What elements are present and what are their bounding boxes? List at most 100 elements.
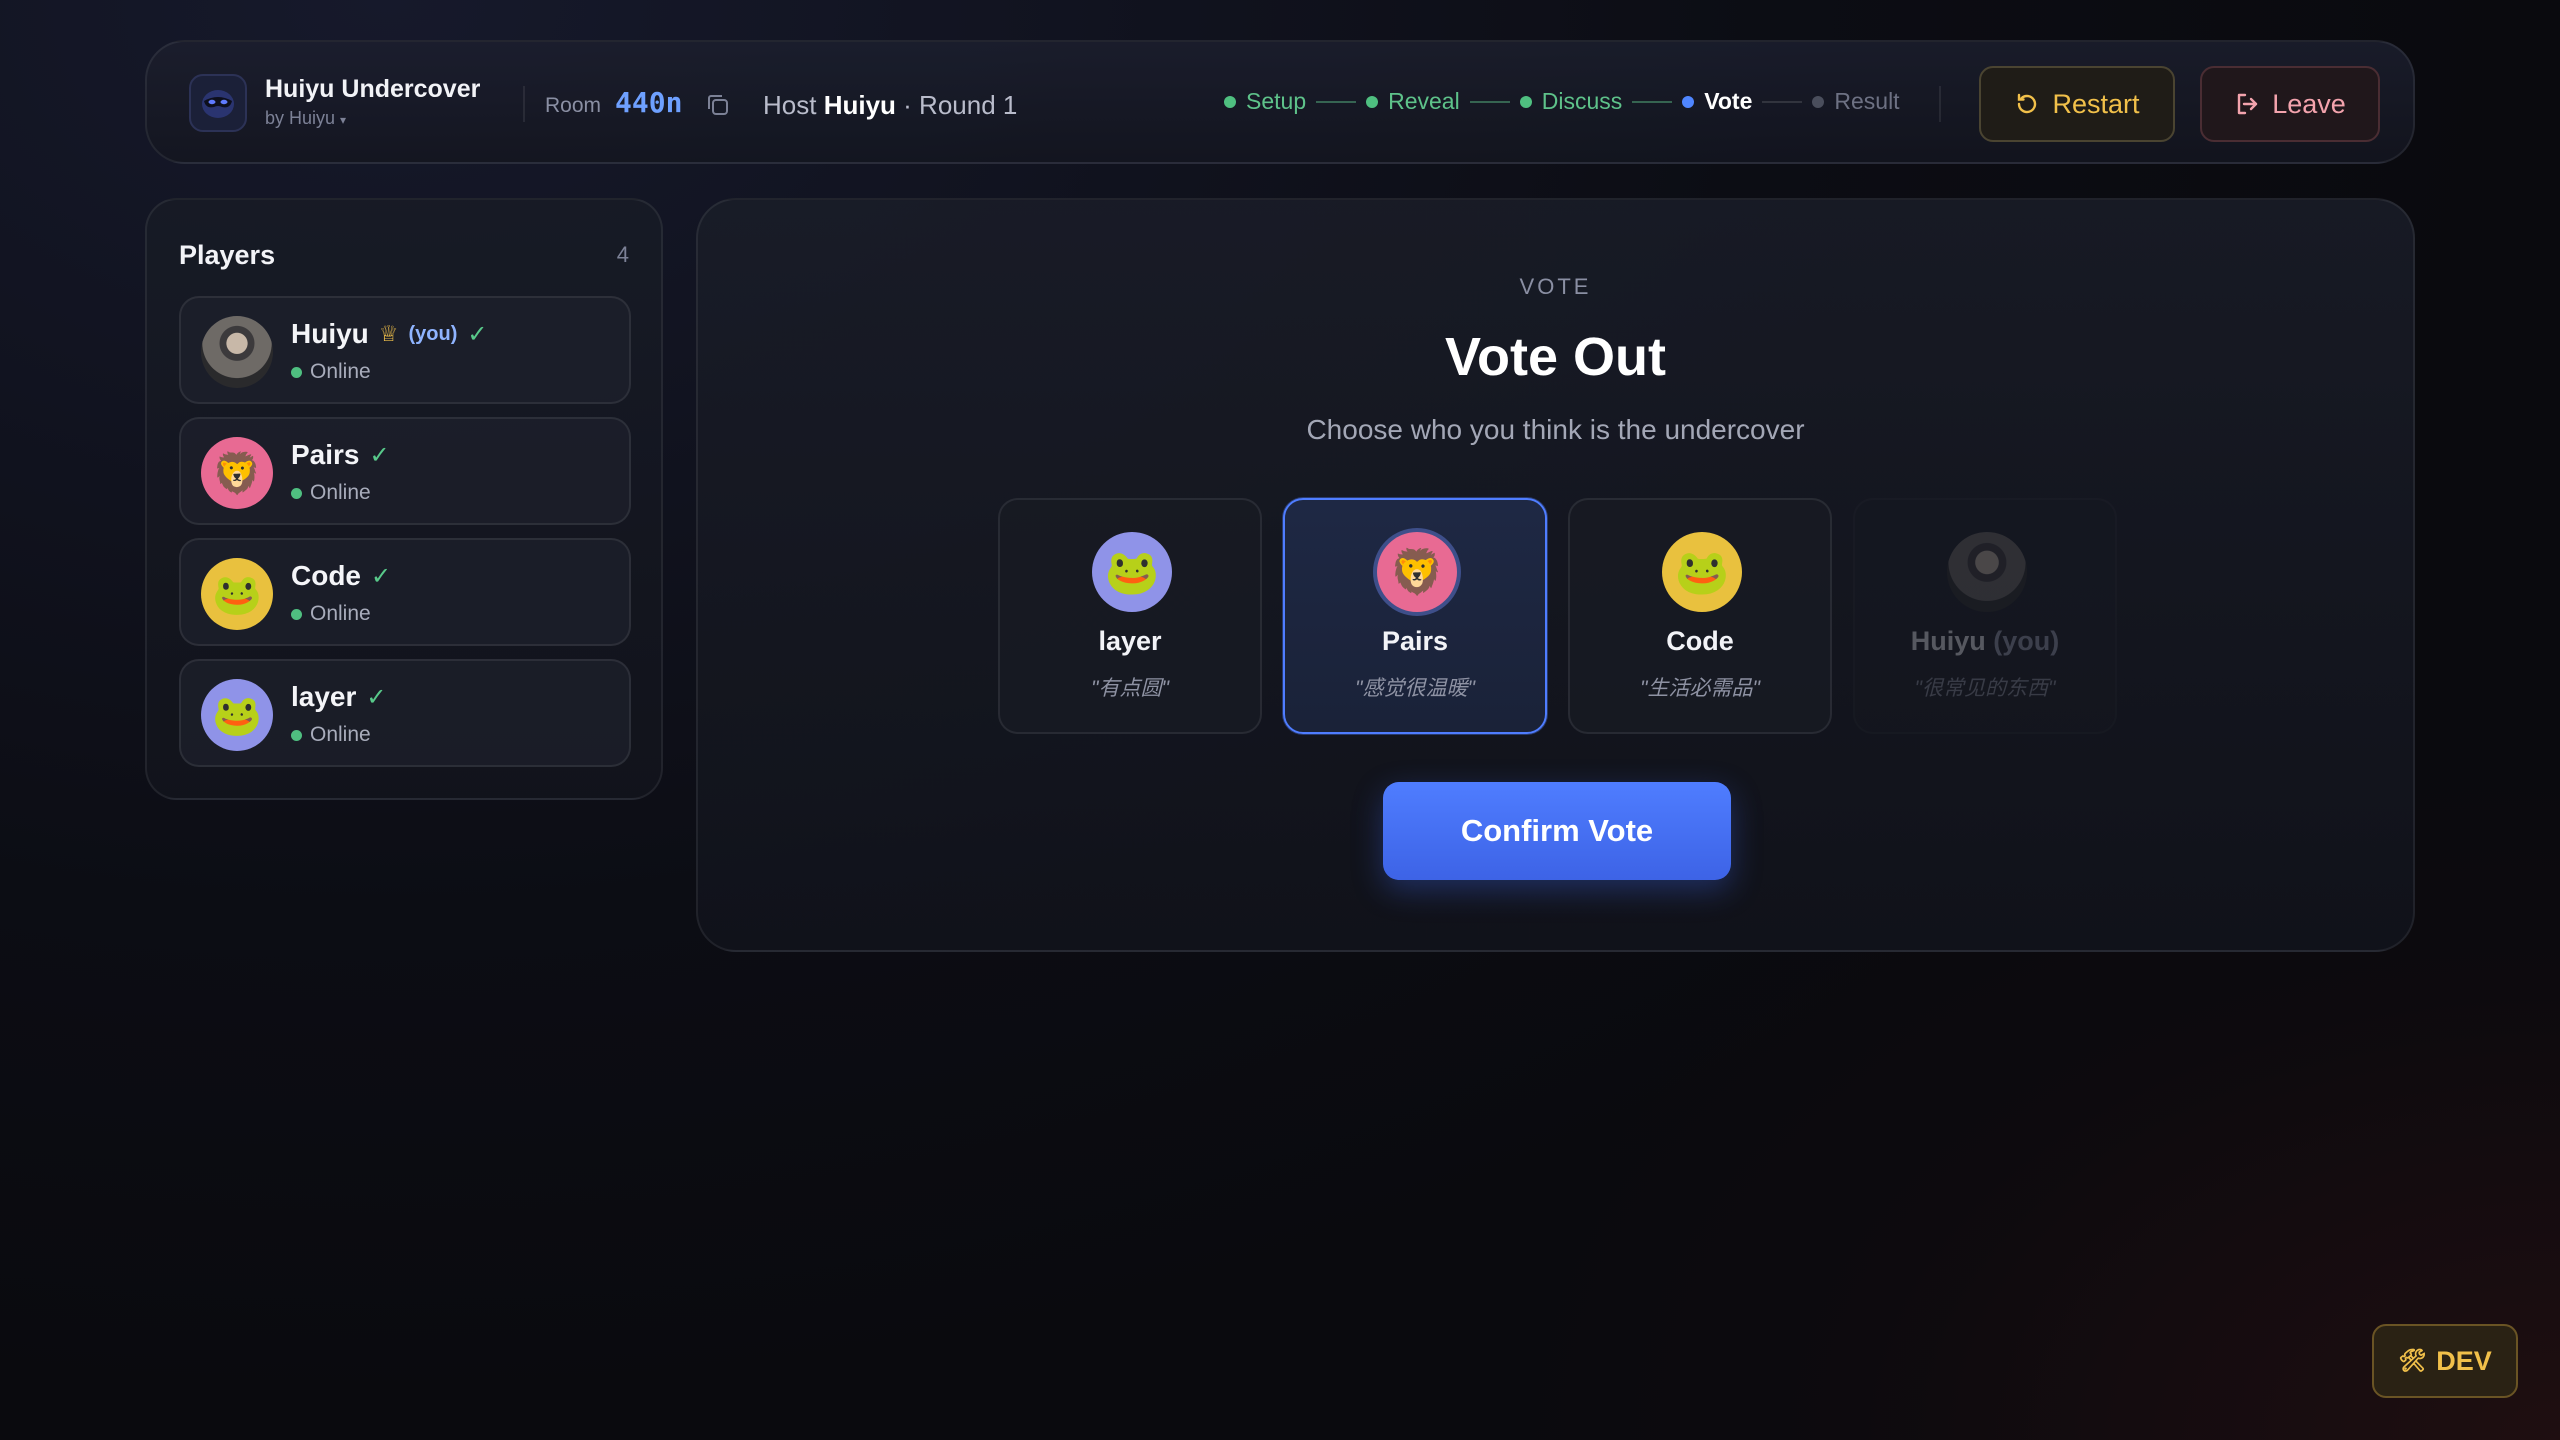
candidate-name: Huiyu bbox=[1910, 626, 1986, 656]
avatar bbox=[201, 316, 273, 388]
candidate-clue: "生活必需品" bbox=[1640, 677, 1760, 700]
leave-button[interactable]: Leave bbox=[2200, 66, 2380, 142]
step-dot bbox=[1224, 95, 1236, 108]
candidate-card-layer[interactable]: 🐸 layer "有点圆" bbox=[998, 498, 1262, 734]
status-text: Online bbox=[310, 723, 371, 746]
step-connector bbox=[1316, 100, 1357, 103]
frog-avatar-icon: 🐸 bbox=[1662, 532, 1742, 612]
top-bar: Huiyu Undercover by Huiyu ▾ Room 440n Ho… bbox=[145, 40, 2415, 164]
candidate-card-pairs[interactable]: 🦁 Pairs "感觉很温暖" bbox=[1283, 498, 1547, 734]
player-name: Huiyu bbox=[291, 318, 369, 349]
player-status: Online bbox=[291, 360, 371, 384]
step-dot bbox=[1366, 95, 1379, 108]
candidate-clue: "感觉很温暖" bbox=[1355, 677, 1475, 700]
copy-icon[interactable] bbox=[703, 90, 733, 120]
crown-icon: ♕ bbox=[378, 321, 399, 346]
check-icon: ✓ bbox=[467, 320, 488, 348]
status-text: Online bbox=[310, 602, 371, 625]
online-dot-icon bbox=[291, 366, 302, 378]
step-dot bbox=[1519, 95, 1532, 108]
dev-label: DEV bbox=[2436, 1345, 2492, 1376]
candidate-clue: "有点圆" bbox=[1091, 677, 1169, 700]
you-badge: (you) bbox=[1993, 626, 2060, 656]
app-subtitle-text: by Huiyu bbox=[265, 108, 336, 128]
candidate-name-row: Huiyu (you) bbox=[1855, 626, 2115, 657]
step-label: Vote bbox=[1704, 88, 1753, 114]
step-label: Result bbox=[1834, 88, 1900, 114]
candidate-name: Pairs bbox=[1381, 626, 1449, 656]
players-title: Players bbox=[179, 240, 276, 270]
candidate-card-code[interactable]: 🐸 Code "生活必需品" bbox=[1568, 498, 1832, 734]
players-count: 4 bbox=[616, 242, 629, 267]
player-name-row: Pairs ✓ bbox=[291, 439, 390, 471]
lion-avatar-icon: 🦁 bbox=[201, 437, 273, 509]
leave-label: Leave bbox=[2272, 88, 2346, 119]
confirm-vote-button[interactable]: Confirm Vote bbox=[1383, 782, 1731, 880]
status-text: Online bbox=[310, 360, 371, 383]
check-icon: ✓ bbox=[366, 683, 387, 711]
chevron-down-icon: ▾ bbox=[340, 113, 347, 127]
step-label: Reveal bbox=[1388, 88, 1460, 114]
round-label: · Round 1 bbox=[903, 90, 1018, 120]
you-badge: (you) bbox=[408, 322, 458, 345]
online-dot-icon bbox=[291, 729, 302, 741]
check-icon: ✓ bbox=[369, 441, 390, 469]
player-status: Online bbox=[291, 481, 371, 505]
player-card-huiyu: Huiyu ♕ (you) ✓ Online bbox=[179, 296, 631, 404]
step-vote: Vote bbox=[1682, 88, 1752, 115]
vote-panel: VOTE Vote Out Choose who you think is th… bbox=[696, 198, 2415, 952]
step-label: Discuss bbox=[1541, 88, 1623, 114]
step-label: Setup bbox=[1246, 88, 1307, 114]
restart-icon bbox=[2018, 93, 2037, 114]
player-card-pairs: 🦁 Pairs ✓ Online bbox=[179, 417, 631, 525]
app-title: Huiyu Undercover bbox=[265, 75, 481, 103]
players-panel: Players 4 Huiyu ♕ (you) ✓ Online 🦁 Pairs… bbox=[145, 198, 663, 800]
restart-label: Restart bbox=[2052, 88, 2140, 119]
frog-avatar-icon: 🐸 bbox=[201, 679, 273, 751]
online-dot-icon bbox=[291, 608, 302, 620]
frog-avatar-icon: 🐸 bbox=[1092, 532, 1172, 612]
player-name: layer bbox=[291, 681, 357, 712]
step-discuss: Discuss bbox=[1519, 88, 1623, 115]
player-card-code: 🐸 Code ✓ Online bbox=[179, 538, 631, 646]
vote-kicker: VOTE bbox=[1519, 274, 1592, 299]
step-reveal: Reveal bbox=[1366, 88, 1460, 115]
tools-icon: 🛠 bbox=[2398, 1348, 2427, 1373]
player-name: Code bbox=[291, 560, 361, 591]
divider bbox=[523, 86, 525, 122]
candidate-name: Code bbox=[1666, 626, 1734, 656]
host-name: Huiyu bbox=[823, 90, 896, 120]
step-result: Result bbox=[1812, 88, 1900, 115]
candidate-card-huiyu: Huiyu (you) "很常见的东西" bbox=[1853, 498, 2117, 734]
room-label: Room bbox=[545, 94, 602, 117]
player-name-row: Huiyu ♕ (you) ✓ bbox=[291, 318, 488, 350]
app-logo-icon bbox=[189, 74, 247, 132]
online-dot-icon bbox=[291, 487, 302, 499]
host-round-info: Host Huiyu · Round 1 bbox=[763, 90, 1017, 121]
player-card-layer: 🐸 layer ✓ Online bbox=[179, 659, 631, 767]
step-connector bbox=[1469, 100, 1510, 103]
room-code: 440n bbox=[615, 86, 683, 119]
step-connector bbox=[1762, 100, 1803, 103]
player-status: Online bbox=[291, 723, 371, 747]
step-dot bbox=[1682, 95, 1695, 108]
step-setup: Setup bbox=[1224, 88, 1306, 115]
step-connector bbox=[1632, 100, 1673, 103]
player-name-row: layer ✓ bbox=[291, 681, 387, 713]
divider bbox=[1939, 86, 1941, 122]
check-icon: ✓ bbox=[371, 562, 392, 590]
candidate-name: layer bbox=[1098, 626, 1162, 656]
vote-title: Vote Out bbox=[1445, 327, 1666, 387]
host-label: Host bbox=[763, 90, 817, 120]
avatar bbox=[1947, 532, 2027, 612]
logout-icon bbox=[2238, 93, 2258, 115]
player-name-row: Code ✓ bbox=[291, 560, 391, 592]
app-subtitle[interactable]: by Huiyu ▾ bbox=[265, 108, 346, 129]
vote-subtitle: Choose who you think is the undercover bbox=[1306, 414, 1805, 445]
player-status: Online bbox=[291, 602, 371, 626]
player-name: Pairs bbox=[291, 439, 360, 470]
dev-button[interactable]: 🛠 DEV bbox=[2372, 1324, 2518, 1398]
candidate-clue: "很常见的东西" bbox=[1914, 677, 2056, 700]
step-dot bbox=[1812, 95, 1825, 108]
restart-button[interactable]: Restart bbox=[1979, 66, 2175, 142]
